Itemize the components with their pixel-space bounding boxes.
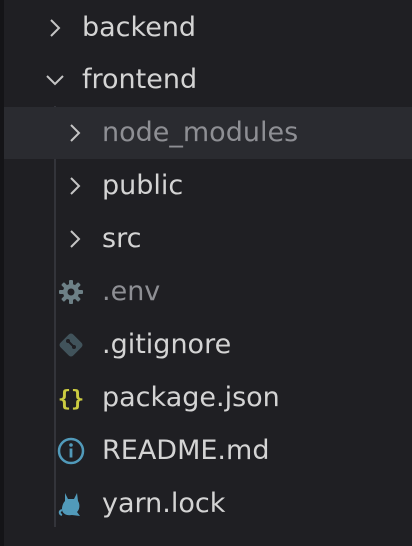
tree-item-label: public [102,170,184,201]
tree-item-label: frontend [82,64,198,95]
svg-text:{}: {} [58,387,85,412]
tree-item-yarn-lock[interactable]: yarn.lock [4,478,412,530]
json-braces-icon: {} [56,383,86,413]
gear-icon [56,277,86,307]
git-icon [56,330,86,360]
chevron-right-icon [62,120,88,146]
chevron-right-icon [42,15,68,41]
tree-item-package-json[interactable]: {} package.json [4,372,412,424]
tree-item-label: yarn.lock [102,488,226,519]
tree-item-public[interactable]: public [4,160,412,212]
tree-item-backend[interactable]: backend [4,2,412,54]
tree-item-label: src [102,223,142,254]
info-icon [56,436,86,466]
tree-item-label: .env [102,276,161,307]
yarn-cat-icon [56,489,86,519]
file-explorer: backend frontend node_modules public src [0,0,412,546]
chevron-right-icon [62,173,88,199]
tree-item-src[interactable]: src [4,213,412,265]
tree-item-label: package.json [102,382,280,413]
tree-item-label: README.md [102,435,270,466]
chevron-down-icon [42,67,68,93]
tree-item-label: node_modules [102,117,299,148]
tree-item-frontend[interactable]: frontend [4,54,412,106]
tree-item-gitignore[interactable]: .gitignore [4,319,412,371]
tree-item-env[interactable]: .env [4,266,412,318]
chevron-right-icon [62,226,88,252]
tree-item-label: .gitignore [102,329,232,360]
tree-item-node-modules[interactable]: node_modules [4,107,412,159]
tree-item-readme[interactable]: README.md [4,425,412,477]
tree-item-label: backend [82,12,197,43]
